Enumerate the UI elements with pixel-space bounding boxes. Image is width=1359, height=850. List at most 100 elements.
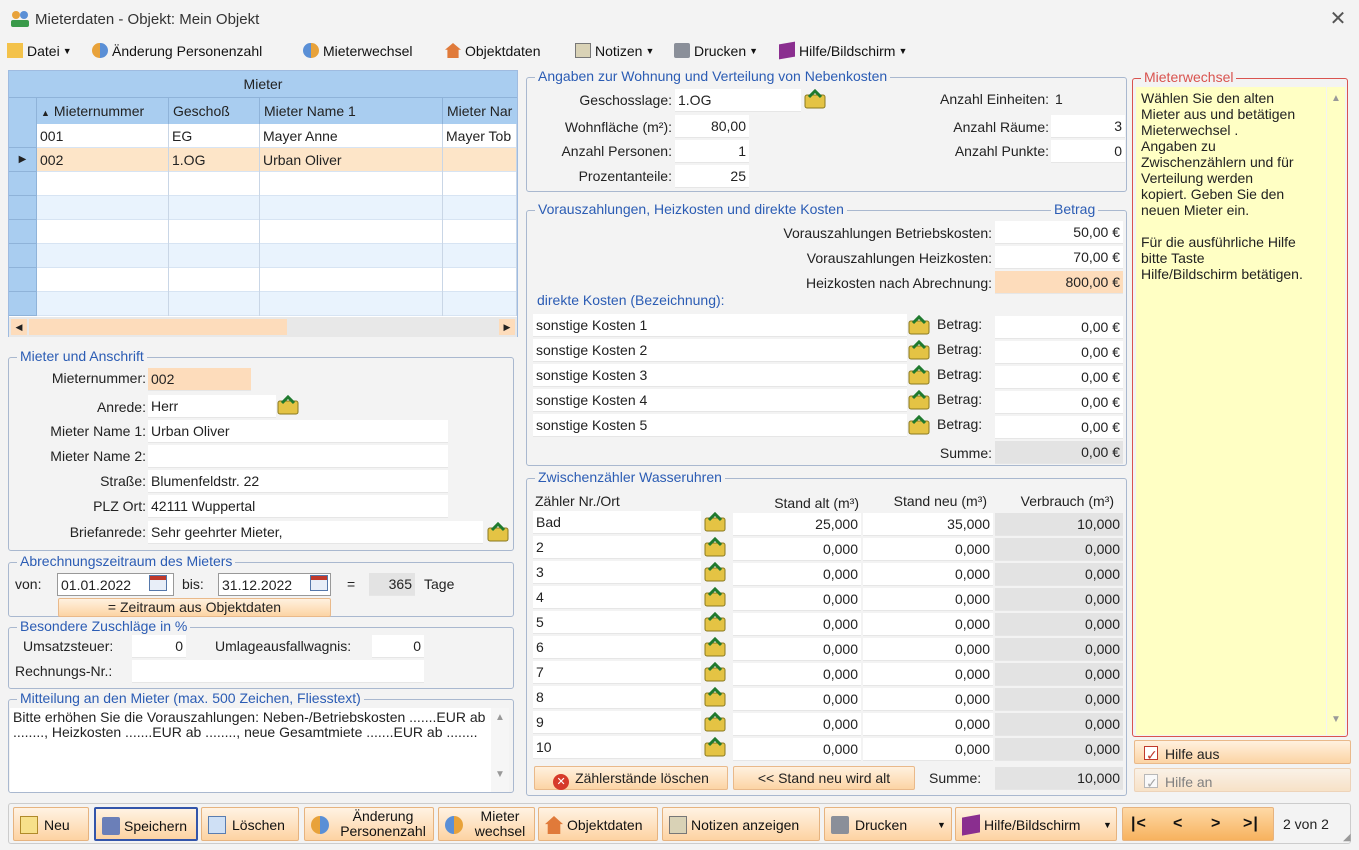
row-header[interactable] xyxy=(9,172,37,196)
anzahl-punkte-field[interactable]: 0 xyxy=(1051,140,1125,163)
zaehler-lookup-icon[interactable] xyxy=(704,661,726,682)
direkte-kosten-name-field[interactable]: sonstige Kosten 2 xyxy=(533,339,907,362)
direkte-kosten-name-field[interactable]: sonstige Kosten 1 xyxy=(533,314,907,337)
direkte-kosten-betrag-field[interactable]: 0,00 € xyxy=(995,316,1123,339)
direkte-kosten-betrag-field[interactable]: 0,00 € xyxy=(995,416,1123,439)
mieternummer-field[interactable]: 002 xyxy=(148,368,251,391)
stand-alt-field[interactable]: 0,000 xyxy=(733,738,861,761)
table-row[interactable]: ▶ 002 1.OG Urban Oliver xyxy=(9,148,517,172)
hilfe-bildschirm-button[interactable]: Hilfe/Bildschirm ▼ xyxy=(955,807,1117,841)
menu-drucken[interactable]: Drucken ▼ xyxy=(674,43,758,59)
prev-record-button[interactable]: < xyxy=(1173,815,1182,833)
geschosslage-lookup-icon[interactable] xyxy=(804,88,826,109)
menu-hilfe[interactable]: Hilfe/Bildschirm ▼ xyxy=(779,41,907,60)
menu-datei[interactable]: Datei ▼ xyxy=(7,43,72,59)
row-header[interactable] xyxy=(9,220,37,244)
scroll-thumb[interactable] xyxy=(29,319,287,335)
zaehler-lookup-icon[interactable] xyxy=(704,586,726,607)
stand-neu-field[interactable]: 0,000 xyxy=(863,638,993,661)
drucken-button[interactable]: Drucken ▼ xyxy=(824,807,952,841)
zaehler-ort-field[interactable]: 7 xyxy=(533,661,701,684)
zeitraum-aus-objektdaten-button[interactable]: = Zeitraum aus Objektdaten xyxy=(58,598,331,617)
stand-alt-field[interactable]: 0,000 xyxy=(733,713,861,736)
stand-neu-wird-alt-button[interactable]: << Stand neu wird alt xyxy=(733,766,915,790)
zaehler-ort-field[interactable]: 5 xyxy=(533,611,701,634)
mitteilung-scrollbar[interactable]: ▲ ▼ xyxy=(491,708,509,792)
stand-neu-field[interactable]: 0,000 xyxy=(863,738,993,761)
stand-alt-field[interactable]: 0,000 xyxy=(733,638,861,661)
calendar-icon[interactable] xyxy=(149,575,167,591)
zaehler-lookup-icon[interactable] xyxy=(704,686,726,707)
umlageausfallwagnis-field[interactable]: 0 xyxy=(372,635,424,658)
zaehler-lookup-icon[interactable] xyxy=(704,561,726,582)
objektdaten-button[interactable]: Objektdaten xyxy=(538,807,658,841)
horizontal-scrollbar[interactable]: ◀ ▶ xyxy=(9,317,517,337)
menu-mieterwechsel[interactable]: Mieterwechsel xyxy=(303,43,412,59)
speichern-button[interactable]: Speichern xyxy=(94,807,198,841)
stand-alt-field[interactable]: 0,000 xyxy=(733,613,861,636)
anrede-lookup-icon[interactable] xyxy=(277,394,299,415)
neu-button[interactable]: Neu xyxy=(13,807,89,841)
aenderung-personenzahl-button[interactable]: Änderung Personenzahl xyxy=(304,807,434,841)
direkte-kosten-lookup-icon[interactable] xyxy=(908,364,930,385)
scroll-down-icon[interactable]: ▼ xyxy=(491,769,509,780)
zaehler-lookup-icon[interactable] xyxy=(704,536,726,557)
row-header[interactable] xyxy=(9,124,37,148)
direkte-kosten-name-field[interactable]: sonstige Kosten 3 xyxy=(533,364,907,387)
stand-alt-field[interactable]: 0,000 xyxy=(733,563,861,586)
zaehler-ort-field[interactable]: 10 xyxy=(533,736,701,759)
zaehler-ort-field[interactable]: 3 xyxy=(533,561,701,584)
rechnungs-nr-field[interactable] xyxy=(132,660,424,683)
row-header[interactable] xyxy=(9,292,37,316)
stand-alt-field[interactable]: 0,000 xyxy=(733,588,861,611)
heizkosten-abrechnung-field[interactable]: 800,00 € xyxy=(995,271,1123,294)
col-name1[interactable]: Mieter Name 1 xyxy=(260,98,443,124)
scroll-left-icon[interactable]: ◀ xyxy=(11,319,27,335)
direkte-kosten-lookup-icon[interactable] xyxy=(908,414,930,435)
zaehler-lookup-icon[interactable] xyxy=(704,636,726,657)
loeschen-button[interactable]: Löschen xyxy=(201,807,299,841)
zaehler-ort-field[interactable]: 8 xyxy=(533,686,701,709)
mitteilung-textarea[interactable]: Bitte erhöhen Sie die Vorauszahlungen: N… xyxy=(10,708,491,792)
first-record-button[interactable]: |< xyxy=(1131,815,1147,833)
direkte-kosten-name-field[interactable]: sonstige Kosten 4 xyxy=(533,389,907,412)
strasse-field[interactable]: Blumenfeldstr. 22 xyxy=(148,470,448,493)
stand-alt-field[interactable]: 0,000 xyxy=(733,538,861,561)
table-row[interactable] xyxy=(9,268,517,292)
row-header[interactable] xyxy=(9,244,37,268)
anzahl-personen-field[interactable]: 1 xyxy=(675,140,749,163)
zaehler-ort-field[interactable]: 6 xyxy=(533,636,701,659)
last-record-button[interactable]: >| xyxy=(1243,815,1259,833)
row-header[interactable] xyxy=(9,196,37,220)
stand-neu-field[interactable]: 0,000 xyxy=(863,613,993,636)
scroll-up-icon[interactable]: ▲ xyxy=(491,712,509,723)
zaehler-lookup-icon[interactable] xyxy=(704,711,726,732)
direkte-kosten-lookup-icon[interactable] xyxy=(908,389,930,410)
notizen-anzeigen-button[interactable]: Notizen anzeigen xyxy=(662,807,820,841)
vz-heizkosten-field[interactable]: 70,00 € xyxy=(995,246,1123,269)
table-row[interactable] xyxy=(9,196,517,220)
close-icon[interactable]: ✕ xyxy=(1327,8,1349,30)
anrede-field[interactable]: Herr xyxy=(148,395,276,418)
direkte-kosten-lookup-icon[interactable] xyxy=(908,314,930,335)
col-geschoss[interactable]: Geschoß xyxy=(169,98,260,124)
wohnflaeche-field[interactable]: 80,00 xyxy=(675,115,749,138)
stand-neu-field[interactable]: 0,000 xyxy=(863,688,993,711)
calendar-icon[interactable] xyxy=(310,575,328,591)
zaehler-lookup-icon[interactable] xyxy=(704,736,726,757)
stand-neu-field[interactable]: 0,000 xyxy=(863,713,993,736)
direkte-kosten-betrag-field[interactable]: 0,00 € xyxy=(995,391,1123,414)
row-header[interactable] xyxy=(9,268,37,292)
stand-neu-field[interactable]: 35,000 xyxy=(863,513,993,536)
scroll-up-icon[interactable]: ▲ xyxy=(1327,93,1345,104)
stand-neu-field[interactable]: 0,000 xyxy=(863,663,993,686)
table-row[interactable] xyxy=(9,220,517,244)
help-scrollbar[interactable]: ▲ ▼ xyxy=(1327,87,1345,735)
stand-neu-field[interactable]: 0,000 xyxy=(863,563,993,586)
briefanrede-field[interactable]: Sehr geehrter Mieter, xyxy=(148,521,483,544)
geschosslage-field[interactable]: 1.OG xyxy=(675,89,801,112)
zaehlerstaende-loeschen-button[interactable]: ✕ Zählerstände löschen xyxy=(534,766,728,790)
table-row[interactable]: 001 EG Mayer Anne Mayer Tob xyxy=(9,124,517,148)
table-row[interactable] xyxy=(9,244,517,268)
col-mieternummer[interactable]: ▲ Mieternummer xyxy=(37,98,169,124)
